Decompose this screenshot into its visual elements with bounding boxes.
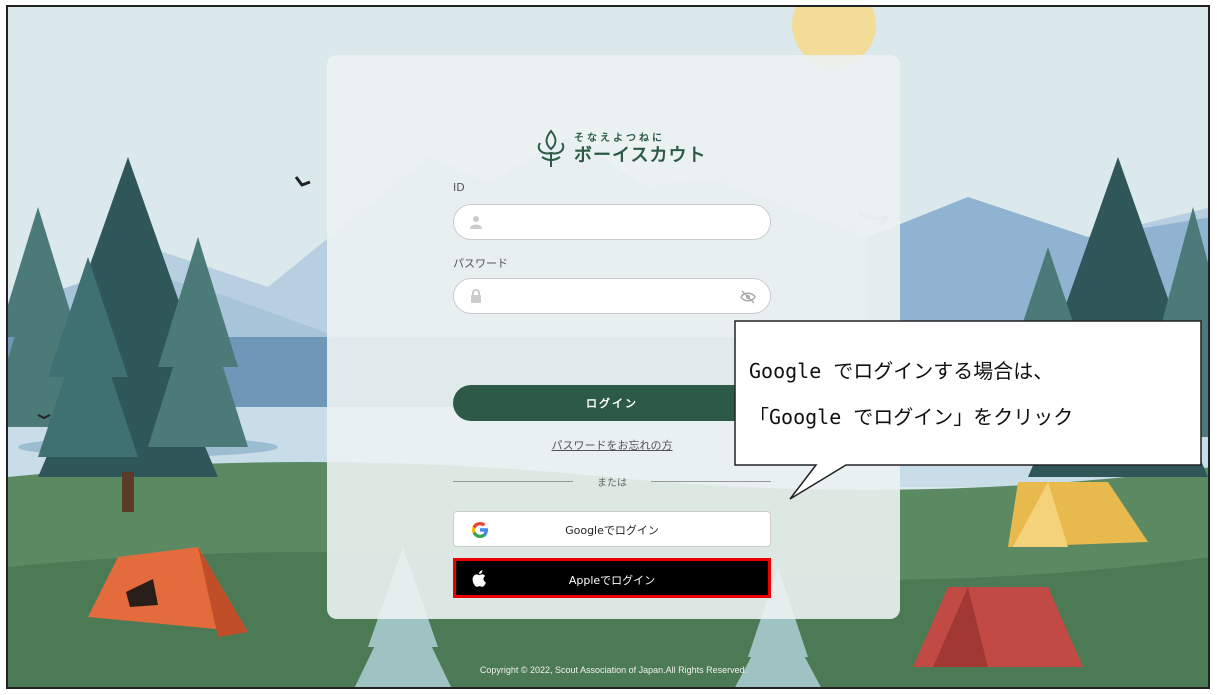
instruction-callout: Google でログインする場合は、 「Google でログイン」をクリック (735, 321, 1201, 461)
copyright-text: Copyright © 2022, Scout Association of J… (479, 665, 748, 675)
google-login-label: Googleでログイン (565, 524, 659, 537)
forgot-password-link[interactable]: パスワードをお忘れの方 (453, 437, 771, 453)
lock-icon (471, 289, 481, 303)
password-input[interactable] (453, 278, 771, 314)
apple-login-button[interactable]: Appleでログイン (453, 558, 771, 598)
eye-off-icon[interactable] (740, 290, 756, 304)
id-label: ID (453, 181, 465, 194)
google-login-button[interactable]: Googleでログイン (453, 511, 771, 547)
callout-line-1: Google でログインする場合は、 (749, 359, 1054, 383)
id-input[interactable] (453, 204, 771, 240)
callout-line-2: 「Google でログイン」をクリック (749, 405, 1074, 429)
password-label: パスワード (453, 257, 508, 270)
scout-emblem-icon (537, 129, 565, 167)
user-icon (470, 216, 482, 229)
apple-login-label: Appleでログイン (568, 574, 656, 587)
or-divider: または (453, 474, 771, 489)
divider-line-right (651, 481, 771, 482)
brand-logo: そなえよつねに ボーイスカウト (534, 125, 705, 175)
login-button[interactable]: ログイン (453, 385, 771, 421)
screenshot-frame: そなえよつねに ボーイスカウト ID パスワード ログイン パスワードをお忘れの… (6, 5, 1210, 689)
brand-name: ボーイスカウト (574, 145, 707, 166)
